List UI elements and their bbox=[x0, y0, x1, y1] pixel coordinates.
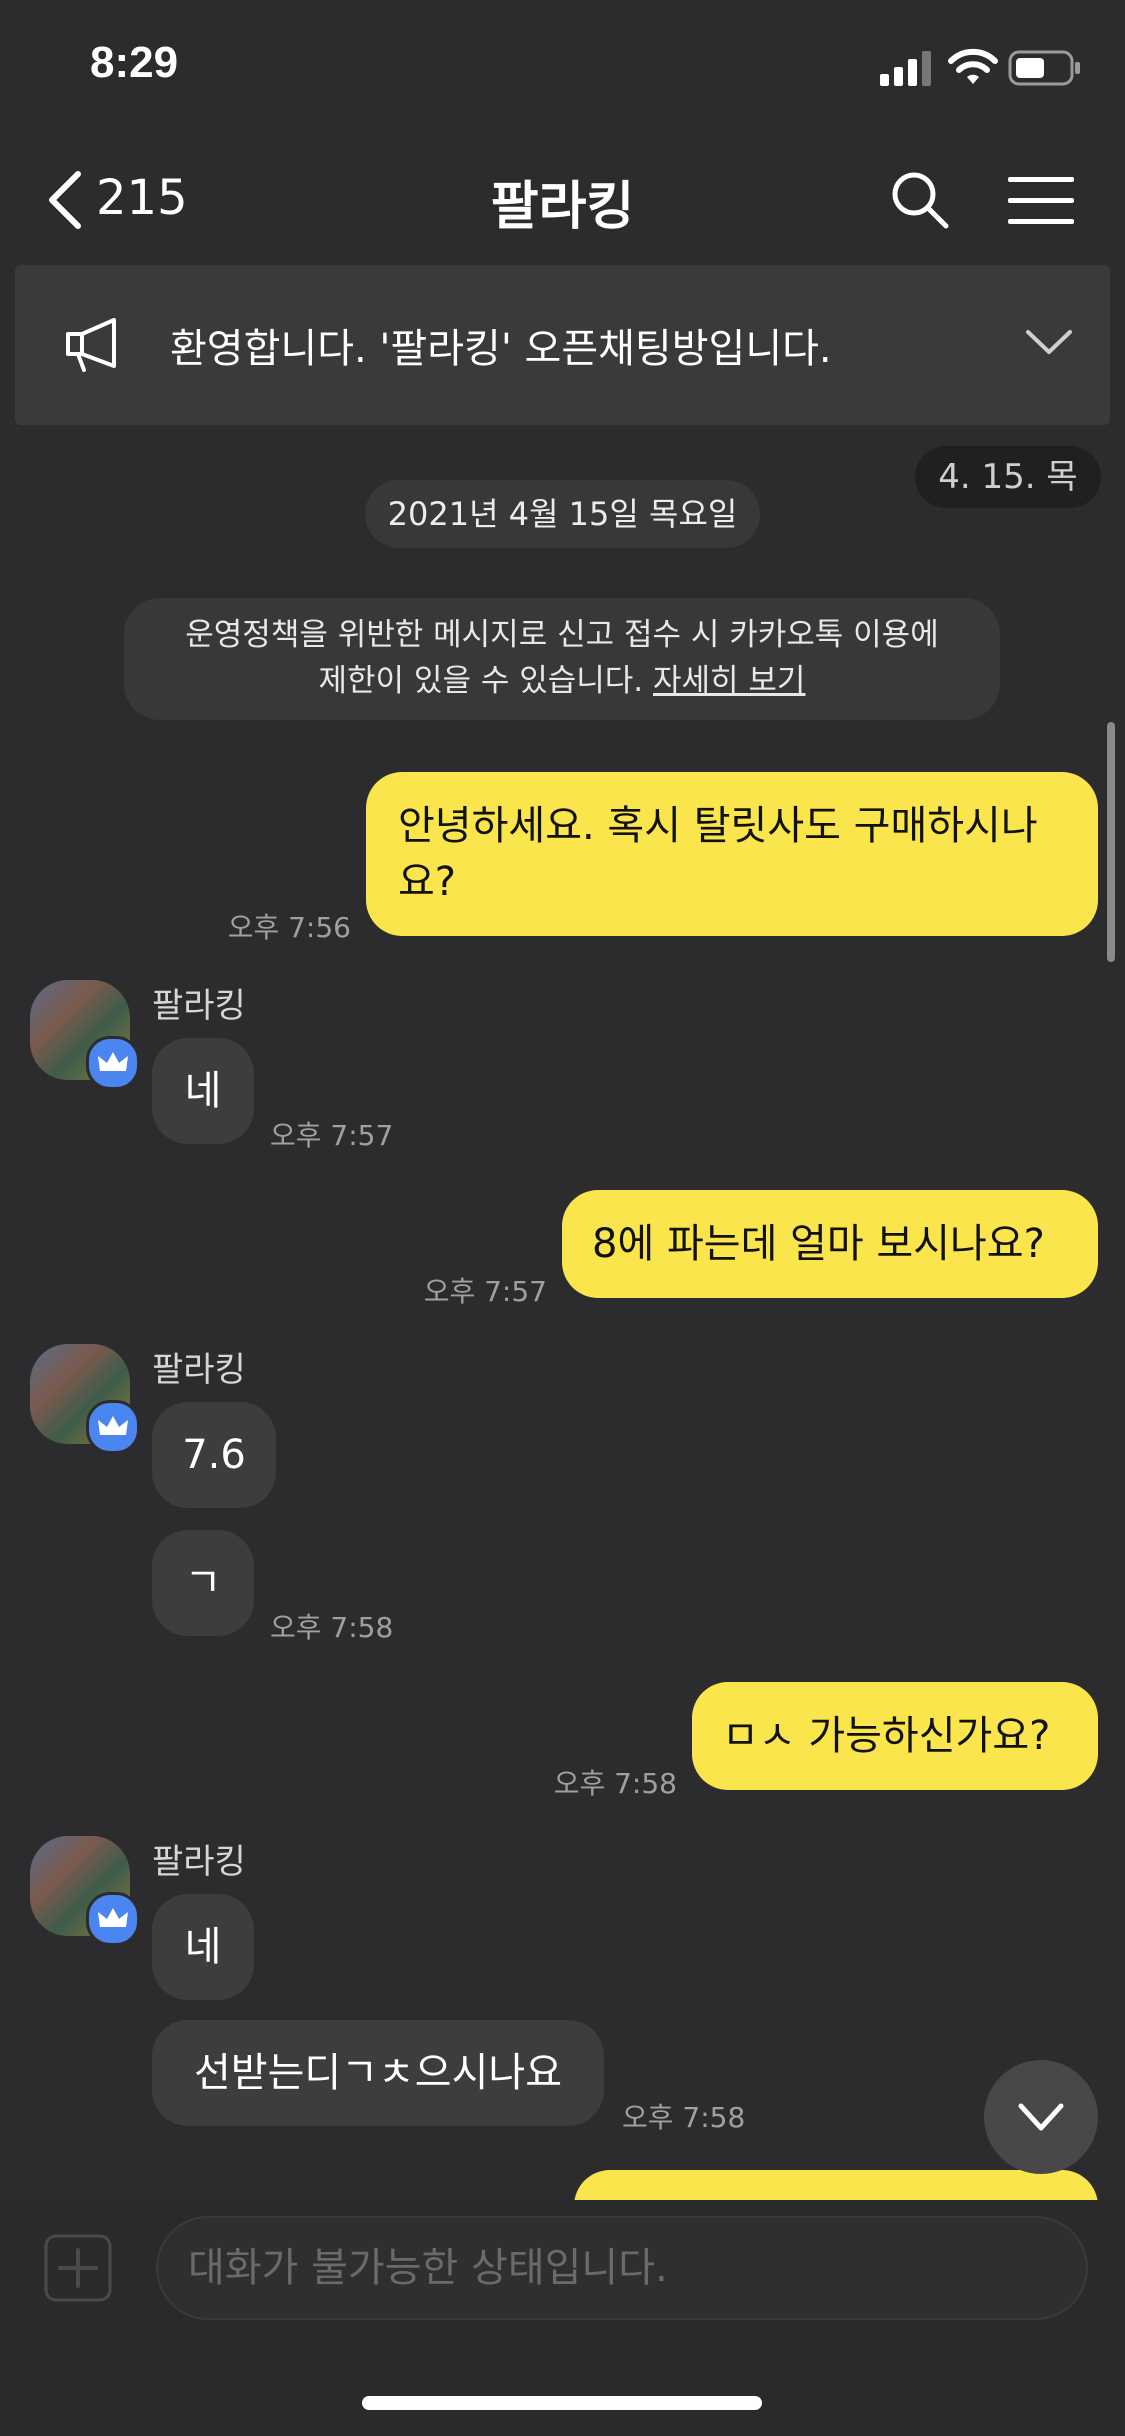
other-message-bubble[interactable]: ㄱ bbox=[152, 1530, 254, 1636]
sender-avatar[interactable] bbox=[30, 1836, 140, 1946]
policy-notice: 운영정책을 위반한 메시지로 신고 접수 시 카카오톡 이용에 제한이 있을 수… bbox=[124, 598, 1000, 720]
sender-avatar[interactable] bbox=[30, 980, 140, 1090]
crown-icon bbox=[86, 1892, 140, 1946]
crown-icon bbox=[86, 1036, 140, 1090]
menu-icon[interactable] bbox=[1008, 174, 1074, 228]
back-chevron-icon[interactable] bbox=[46, 170, 86, 230]
back-unread-count[interactable]: 215 bbox=[96, 170, 188, 226]
my-message-bubble[interactable]: 8에 파는데 얼마 보시나요? bbox=[562, 1190, 1098, 1298]
other-message-bubble[interactable]: 7.6 bbox=[152, 1402, 276, 1508]
other-message-bubble[interactable]: 네 bbox=[152, 1038, 254, 1144]
sender-avatar[interactable] bbox=[30, 1344, 140, 1454]
message-text-line: 요? bbox=[398, 859, 457, 905]
my-message-bubble[interactable]: ㅁㅅ 가능하신가요? bbox=[692, 1682, 1098, 1790]
message-time: 오후 7:58 bbox=[622, 2101, 746, 2134]
chevron-down-icon bbox=[1018, 2103, 1064, 2131]
message-time: 오후 7:58 bbox=[270, 1611, 394, 1644]
sender-name: 팔라킹 bbox=[152, 1842, 246, 1882]
sender-name: 팔라킹 bbox=[152, 1350, 246, 1390]
crown-icon bbox=[86, 1400, 140, 1454]
policy-detail-link[interactable]: 자세히 보기 bbox=[653, 663, 805, 699]
my-message-bubble[interactable]: 안녕하세요. 혹시 탈릿사도 구매하시나 요? bbox=[366, 772, 1098, 936]
status-time: 8:29 bbox=[90, 38, 179, 87]
sender-name: 팔라킹 bbox=[152, 986, 246, 1026]
policy-line-1: 운영정책을 위반한 메시지로 신고 접수 시 카카오톡 이용에 bbox=[185, 617, 939, 653]
home-indicator bbox=[362, 2396, 762, 2410]
other-message-bubble[interactable]: 네 bbox=[152, 1894, 254, 2000]
scroll-to-bottom-button[interactable] bbox=[984, 2060, 1098, 2174]
plus-icon[interactable] bbox=[44, 2234, 112, 2302]
search-icon[interactable] bbox=[890, 170, 950, 230]
chevron-down-icon[interactable] bbox=[1024, 326, 1074, 358]
message-input[interactable]: 대화가 불가능한 상태입니다. bbox=[156, 2216, 1088, 2320]
policy-line-2-text: 제한이 있을 수 있습니다. bbox=[318, 663, 653, 699]
other-message-bubble[interactable]: 선받는디ㄱㅊ으시나요 bbox=[152, 2020, 604, 2126]
floating-date-badge: 4. 15. 목 bbox=[915, 446, 1101, 508]
policy-line-2: 제한이 있을 수 있습니다. 자세히 보기 bbox=[124, 658, 1000, 704]
date-divider: 2021년 4월 15일 목요일 bbox=[365, 480, 760, 548]
message-time: 오후 7:58 bbox=[553, 1767, 677, 1800]
wifi-icon bbox=[948, 48, 998, 84]
megaphone-icon bbox=[66, 318, 116, 372]
message-time: 오후 7:57 bbox=[423, 1275, 547, 1308]
message-time: 오후 7:57 bbox=[270, 1119, 394, 1152]
notice-text: 환영합니다. '팔라킹' 오픈채팅방입니다. bbox=[170, 326, 832, 372]
scrollbar[interactable] bbox=[1107, 722, 1115, 962]
cellular-signal-icon bbox=[880, 51, 931, 86]
battery-icon bbox=[1008, 50, 1080, 86]
message-time: 오후 7:56 bbox=[227, 911, 351, 944]
message-text-line: 안녕하세요. 혹시 탈릿사도 구매하시나 bbox=[398, 803, 1038, 849]
